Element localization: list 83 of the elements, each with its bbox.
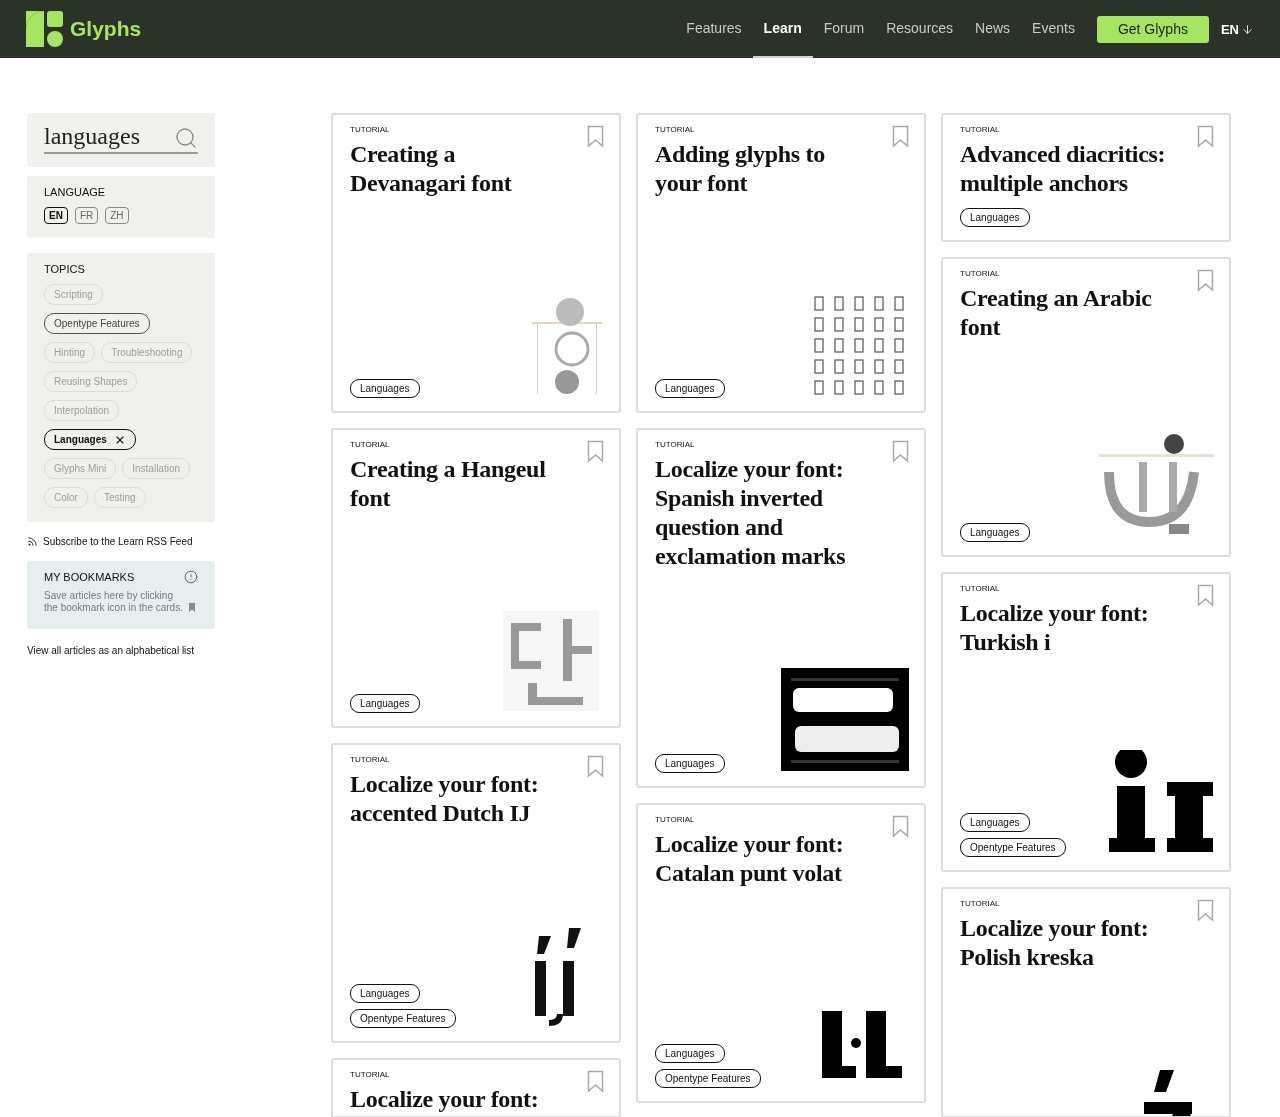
card-kicker: TUTORIAL bbox=[960, 584, 1001, 593]
nav-link[interactable]: Learn bbox=[752, 0, 813, 58]
tutorial-card[interactable]: TUTORIAL Localize your font: Turkish i Languages Opentype Features bbox=[941, 572, 1231, 872]
topic-chip[interactable]: Opentype Features bbox=[44, 313, 150, 334]
arrow-down-icon bbox=[1241, 22, 1254, 36]
card-kicker: TUTORIAL bbox=[960, 269, 1001, 278]
tutorial-card[interactable]: TUTORIAL Creating an Arabic font Languages bbox=[941, 257, 1231, 557]
rss-icon bbox=[27, 536, 38, 547]
card-kicker: TUTORIAL bbox=[960, 125, 1001, 134]
card-title: Localize your font: Spanish inverted question and exclamation marks bbox=[655, 455, 847, 571]
card-title: Adding glyphs to your font bbox=[655, 140, 826, 198]
card-kicker: TUTORIAL bbox=[655, 815, 696, 824]
tag-chip[interactable]: Opentype Features bbox=[655, 1069, 761, 1088]
card-kicker: TUTORIAL bbox=[350, 755, 391, 764]
bookmark-icon[interactable] bbox=[587, 125, 604, 148]
tag-chip[interactable]: Languages bbox=[350, 694, 420, 713]
bookmark-icon[interactable] bbox=[1197, 899, 1214, 922]
tag-chip[interactable]: Languages bbox=[655, 1044, 725, 1063]
get-glyphs-button[interactable]: Get Glyphs bbox=[1096, 15, 1209, 43]
topic-chip[interactable]: Languages bbox=[44, 429, 136, 450]
bookmark-icon[interactable] bbox=[1197, 125, 1214, 148]
card-title: Creating a Devanagari font bbox=[350, 140, 513, 198]
card-kicker: TUTORIAL bbox=[655, 440, 696, 449]
bookmark-icon[interactable] bbox=[587, 755, 604, 778]
language-option[interactable]: ZH bbox=[105, 207, 129, 224]
panel-title: MY BOOKMARKS bbox=[44, 571, 135, 583]
tag-chip[interactable]: Languages bbox=[655, 379, 725, 398]
tutorial-card[interactable]: TUTORIAL Localize your font: Spanish inverted question and exclamation marks Languages bbox=[636, 428, 926, 788]
panel-title: TOPICS bbox=[44, 263, 86, 275]
tutorial-card[interactable]: TUTORIAL Advanced diacritics: multiple anchors Languages bbox=[941, 113, 1231, 242]
card-kicker: TUTORIAL bbox=[350, 1070, 391, 1079]
card-title: Advanced diacritics: multiple anchors bbox=[960, 140, 1167, 198]
tag-chip[interactable]: Languages bbox=[350, 379, 420, 398]
bookmark-icon[interactable] bbox=[892, 440, 909, 463]
bookmark-icon[interactable] bbox=[587, 440, 604, 463]
nav-link[interactable]: Features bbox=[675, 0, 753, 58]
logo-icon bbox=[26, 11, 64, 47]
tutorial-card[interactable]: TUTORIAL Adding glyphs to your font Languages bbox=[636, 113, 926, 413]
bookmark-icon[interactable] bbox=[892, 815, 909, 838]
card-title: Localize your font: accented Dutch IJ bbox=[350, 770, 540, 828]
rss-link[interactable]: Subscribe to the Learn RSS Feed bbox=[27, 536, 215, 547]
bookmarks-hint: Save articles here by clicking the bookmark icon in the cards. bbox=[44, 590, 184, 614]
card-kicker: TUTORIAL bbox=[350, 440, 391, 449]
card-title: Localize your font: bbox=[350, 1085, 540, 1114]
card-kicker: TUTORIAL bbox=[655, 125, 696, 134]
nav-link[interactable]: Events bbox=[1021, 0, 1086, 58]
card-title: Localize your font: Polish kreska bbox=[960, 914, 1150, 972]
bookmark-icon[interactable] bbox=[892, 125, 909, 148]
bookmark-icon[interactable] bbox=[1197, 269, 1214, 292]
bookmark-icon[interactable] bbox=[1197, 584, 1214, 607]
info-icon bbox=[184, 570, 198, 584]
nav-link[interactable]: Resources bbox=[875, 0, 965, 58]
tag-chip[interactable]: Opentype Features bbox=[960, 838, 1066, 857]
tutorial-card[interactable]: TUTORIAL Localize your font: bbox=[331, 1058, 621, 1117]
bookmark-icon bbox=[189, 603, 195, 612]
nav-link[interactable]: Forum bbox=[812, 0, 876, 58]
tutorial-card[interactable]: TUTORIAL Localize your font: Polish kreska bbox=[941, 887, 1231, 1117]
search-icon bbox=[174, 126, 198, 150]
tag-chip[interactable]: Opentype Features bbox=[350, 1009, 456, 1028]
nav-link[interactable]: News bbox=[964, 0, 1022, 58]
tag-chip[interactable]: Languages bbox=[960, 813, 1030, 832]
card-title: Creating an Arabic font bbox=[960, 284, 1153, 342]
tag-chip[interactable]: Languages bbox=[960, 523, 1030, 542]
card-kicker: TUTORIAL bbox=[960, 899, 1001, 908]
language-selector[interactable]: EN bbox=[1220, 21, 1254, 37]
logo-text: Glyphs bbox=[70, 17, 142, 41]
tutorial-card[interactable]: TUTORIAL Localize your font: accented Dutch IJ Languages Opentype Features bbox=[331, 743, 621, 1043]
card-title: Localize your font: Catalan punt volat bbox=[655, 830, 845, 888]
bookmark-icon[interactable] bbox=[587, 1070, 604, 1093]
tutorial-card[interactable]: TUTORIAL Creating a Devanagari font Languages bbox=[331, 113, 621, 413]
card-title: Creating a Hangeul font bbox=[350, 455, 547, 513]
tag-chip[interactable]: Languages bbox=[960, 208, 1030, 227]
panel-title: LANGUAGE bbox=[44, 186, 107, 198]
tag-chip[interactable]: Languages bbox=[350, 984, 420, 1003]
language-option[interactable]: FR bbox=[74, 207, 99, 224]
tutorial-card[interactable]: TUTORIAL Localize your font: Catalan punt volat Languages Opentype Features bbox=[636, 803, 926, 1103]
card-title: Localize your font: Turkish i bbox=[960, 599, 1150, 657]
tag-chip[interactable]: Languages bbox=[655, 754, 725, 773]
alphabetical-list-link[interactable]: View all articles as an alphabetical list bbox=[27, 645, 215, 656]
search-field[interactable]: languages bbox=[44, 123, 198, 154]
tutorial-card[interactable]: TUTORIAL Creating a Hangeul font Languages bbox=[331, 428, 621, 728]
card-kicker: TUTORIAL bbox=[350, 125, 391, 134]
language-option[interactable]: EN bbox=[44, 207, 68, 224]
